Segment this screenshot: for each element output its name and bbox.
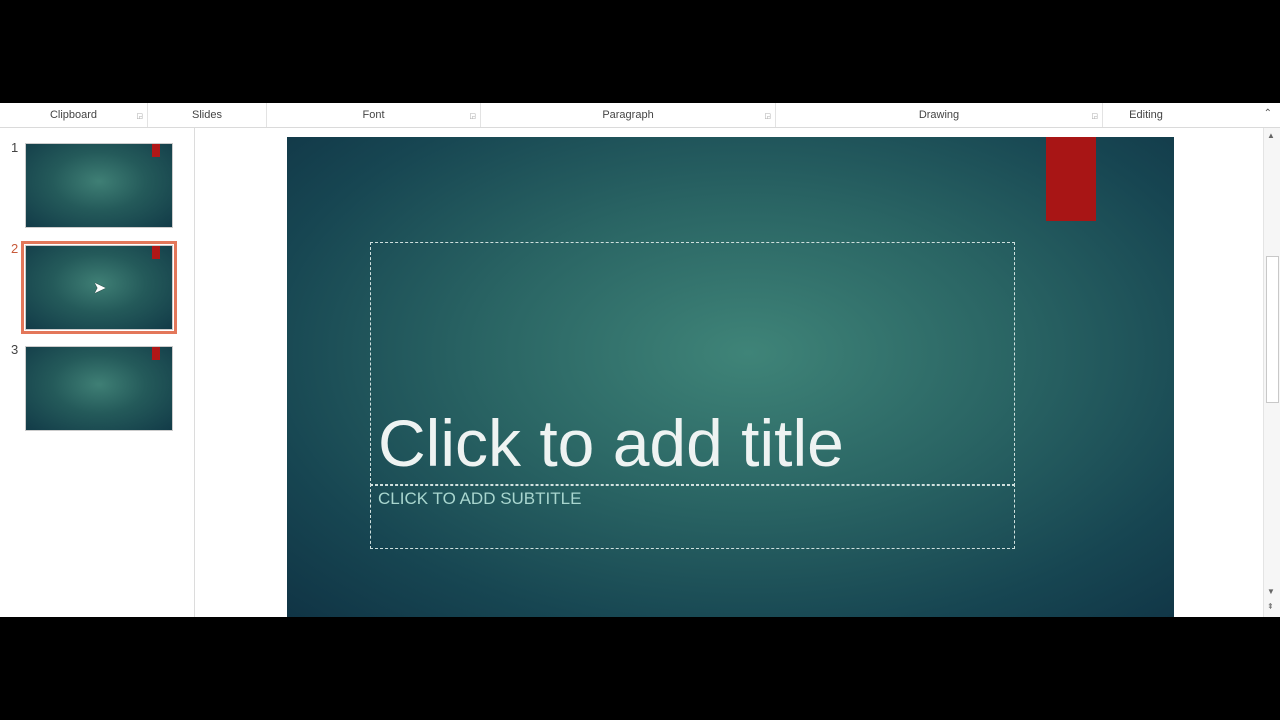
group-label: Editing: [1129, 109, 1163, 121]
group-label: Drawing: [918, 109, 960, 121]
dialog-launcher-icon[interactable]: ◲: [1091, 112, 1098, 120]
red-flag-shape: [152, 144, 160, 157]
scroll-down-icon[interactable]: ▼: [1267, 587, 1275, 596]
ribbon-group-clipboard[interactable]: Clipboard ◲: [0, 103, 148, 127]
red-flag-shape: [152, 347, 160, 360]
group-label: Slides: [192, 109, 222, 121]
red-flag-shape: [1046, 137, 1096, 221]
subtitle-placeholder[interactable]: CLICK TO ADD SUBTITLE: [370, 484, 1015, 549]
previous-slide-icon[interactable]: ⇞: [1267, 602, 1274, 611]
ribbon-group-drawing[interactable]: Drawing ◲: [776, 103, 1103, 127]
slide-thumbnail-3[interactable]: [25, 346, 173, 431]
subtitle-text: CLICK TO ADD SUBTITLE: [378, 489, 582, 508]
dialog-launcher-icon[interactable]: ◲: [764, 112, 771, 120]
scrollbar-thumb[interactable]: [1266, 256, 1279, 403]
slide-thumbnail-1[interactable]: [25, 143, 173, 228]
group-label: Font: [362, 109, 385, 121]
ribbon-group-font[interactable]: Font ◲: [267, 103, 481, 127]
red-flag-shape: [152, 246, 160, 259]
vertical-scrollbar[interactable]: ▲ ▼ ⇞: [1263, 128, 1280, 617]
scroll-up-icon[interactable]: ▲: [1267, 131, 1275, 140]
group-label: Clipboard: [49, 109, 98, 121]
slide-number: 2: [11, 241, 19, 256]
ribbon-group-slides[interactable]: Slides: [148, 103, 267, 127]
ribbon-group-labels: Clipboard ◲ Slides Font ◲ Paragraph ◲ Drawi…: [0, 103, 1280, 128]
ribbon-group-editing[interactable]: Editing: [1103, 103, 1189, 127]
group-label: Paragraph: [602, 109, 654, 121]
mouse-cursor-icon: ➤: [93, 280, 107, 297]
dialog-launcher-icon[interactable]: ◲: [136, 112, 143, 120]
slide-number: 3: [11, 342, 19, 357]
collapse-ribbon-icon[interactable]: ⌃: [1264, 108, 1272, 119]
dialog-launcher-icon[interactable]: ◲: [469, 112, 476, 120]
powerpoint-window: Clipboard ◲ Slides Font ◲ Paragraph ◲ Drawi…: [0, 103, 1280, 617]
title-placeholder[interactable]: Click to add title: [370, 242, 1015, 486]
ribbon-group-paragraph[interactable]: Paragraph ◲: [481, 103, 776, 127]
slide-canvas[interactable]: Click to add title CLICK TO ADD SUBTITLE: [287, 137, 1174, 617]
slide-number: 1: [11, 140, 19, 155]
slide-thumbnail-pane: 1 2 3: [0, 128, 195, 617]
title-text: Click to add title: [378, 406, 844, 480]
